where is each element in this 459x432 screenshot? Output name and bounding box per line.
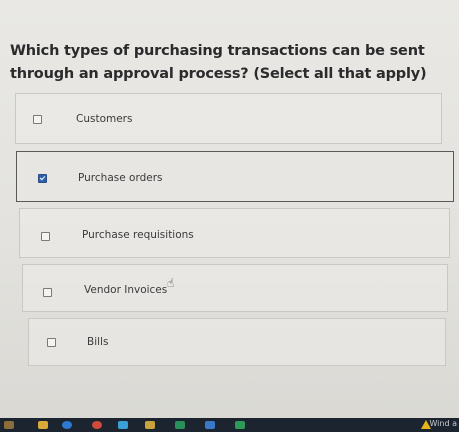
- notification-text: Wind a: [429, 419, 457, 428]
- option-customers[interactable]: Customers: [15, 93, 442, 144]
- excel-icon[interactable]: [235, 421, 245, 429]
- quiz-page: Which types of purchasing transactions c…: [0, 0, 459, 432]
- checkbox-customers[interactable]: [33, 115, 42, 124]
- weather-icon[interactable]: [4, 421, 14, 429]
- word-icon[interactable]: [205, 421, 215, 429]
- store-icon[interactable]: [118, 421, 128, 429]
- option-purchase-orders[interactable]: Purchase orders: [16, 151, 454, 202]
- checkbox-bills[interactable]: [47, 338, 56, 347]
- windows-taskbar: Wind a: [0, 418, 459, 432]
- checkbox-purchase-requisitions[interactable]: [41, 232, 50, 241]
- option-label: Bills: [87, 336, 109, 348]
- option-label: Vendor Invoices: [84, 284, 168, 296]
- option-label: Customers: [76, 113, 133, 125]
- question-text: Which types of purchasing transactions c…: [10, 43, 427, 82]
- edge-icon[interactable]: [62, 421, 72, 429]
- file-explorer-icon[interactable]: [38, 421, 48, 429]
- option-label: Purchase orders: [78, 172, 163, 184]
- mail-icon[interactable]: [145, 421, 155, 429]
- option-vendor-invoices[interactable]: Vendor Invoices ☝: [22, 264, 448, 312]
- option-bills[interactable]: Bills: [28, 318, 446, 366]
- checkbox-vendor-invoices[interactable]: [43, 288, 52, 297]
- option-purchase-requisitions[interactable]: Purchase requisitions: [19, 208, 450, 258]
- chrome-icon[interactable]: [92, 421, 102, 429]
- checkbox-purchase-orders[interactable]: [38, 174, 47, 183]
- option-label: Purchase requisitions: [82, 229, 194, 241]
- teams-icon[interactable]: [175, 421, 185, 429]
- hand-cursor-icon: ☝: [167, 276, 175, 290]
